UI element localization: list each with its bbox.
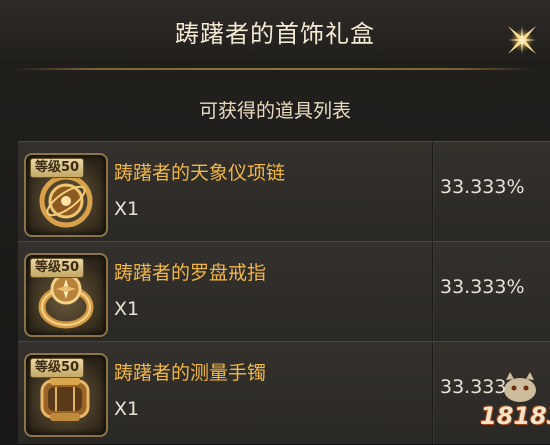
item-probability: 33.333% xyxy=(440,176,525,198)
sparkle-close-icon xyxy=(507,25,537,55)
item-name: 踌躇者的测量手镯 xyxy=(114,362,267,384)
item-name: 踌躇者的天象仪项链 xyxy=(114,162,286,184)
column-divider xyxy=(432,142,434,244)
item-slot[interactable]: 等级50 xyxy=(24,353,108,437)
item-probability: 33.333% xyxy=(440,276,525,298)
header-divider xyxy=(14,68,534,70)
item-row[interactable]: 等级50 踌躇者的罗盘戒指 X1 33.333% xyxy=(18,241,550,345)
item-quantity: X1 xyxy=(114,298,140,320)
gift-box-dialog: 踌躇者的首饰礼盒 可获得的道具列表 等级50 踌躇者的天象仪项链 X1 33.3… xyxy=(0,0,550,445)
item-slot[interactable]: 等级50 xyxy=(24,253,108,337)
item-quantity: X1 xyxy=(114,398,140,420)
watermark-text: 18183 xyxy=(480,402,550,430)
level-badge: 等级50 xyxy=(30,158,85,178)
column-divider xyxy=(432,242,434,344)
item-slot[interactable]: 等级50 xyxy=(24,153,108,237)
dialog-header: 踌躇者的首饰礼盒 xyxy=(0,0,550,70)
list-subtitle: 可获得的道具列表 xyxy=(198,100,351,122)
dialog-title: 踌躇者的首饰礼盒 xyxy=(175,20,375,48)
column-divider xyxy=(432,342,434,444)
item-quantity: X1 xyxy=(114,198,140,220)
item-name: 踌躇者的罗盘戒指 xyxy=(114,262,267,284)
item-row[interactable]: 等级50 踌躇者的天象仪项链 X1 33.333% xyxy=(18,141,550,245)
site-watermark: 18183 xyxy=(470,370,550,437)
close-button[interactable] xyxy=(500,18,544,62)
level-badge: 等级50 xyxy=(30,258,85,278)
level-badge: 等级50 xyxy=(30,358,85,378)
